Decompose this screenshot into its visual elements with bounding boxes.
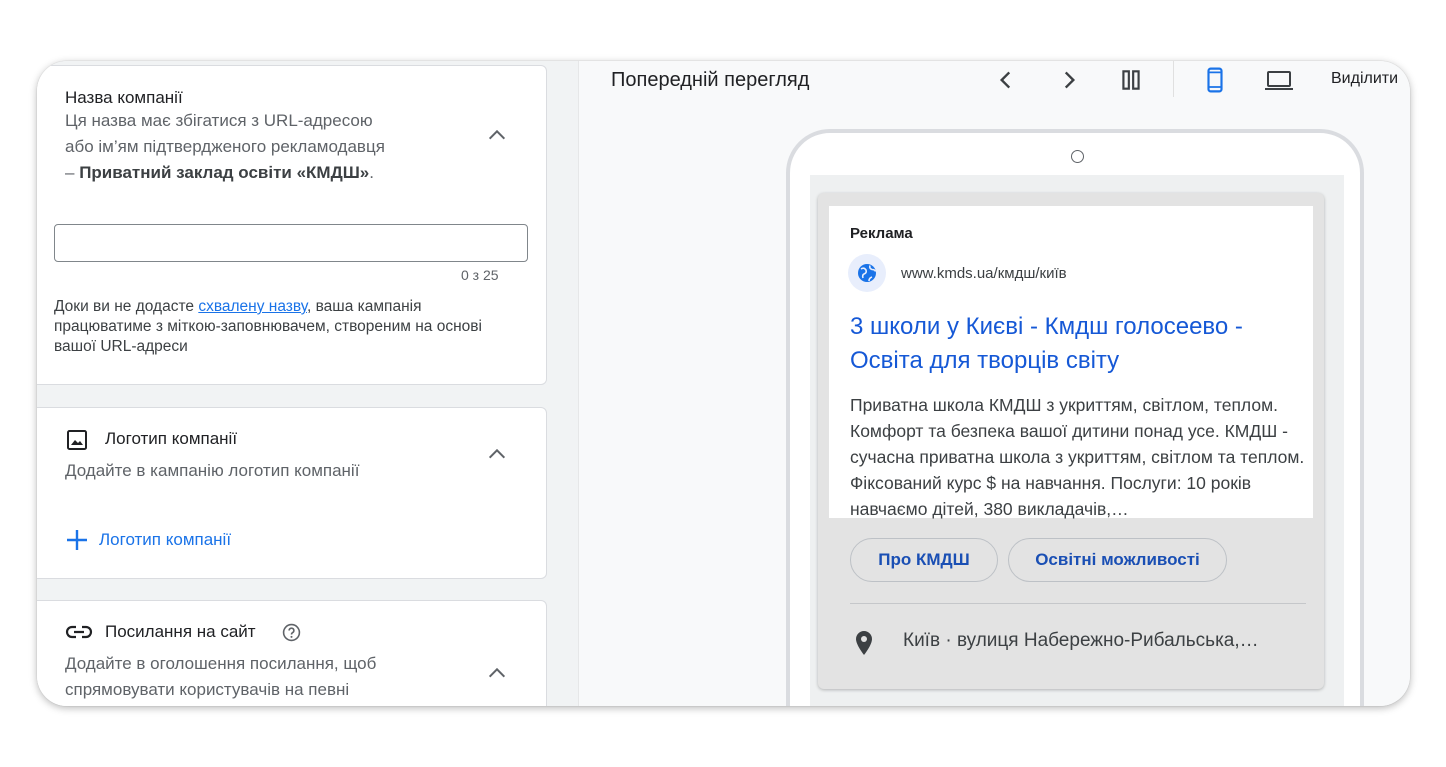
- business-name-note: Доки ви не додасте схвалену назву, ваша …: [54, 297, 504, 357]
- ad-display-url: www.kmds.ua/кмдш/київ: [901, 265, 1067, 282]
- sitelinks-description: Додайте в оголошення посилання, щоб спря…: [65, 651, 465, 703]
- business-name-card: Назва компанії Ця назва має збігатися з …: [37, 65, 547, 385]
- sitelink-chip-about[interactable]: Про КМДШ: [850, 538, 998, 582]
- preview-panel: Попередній перегляд Виділити Реклама www…: [579, 61, 1410, 706]
- image-icon: [67, 430, 87, 450]
- sitelinks-desc-line: Додайте в оголошення посилання, щоб: [65, 654, 377, 673]
- phone-camera: [1071, 150, 1084, 163]
- preview-title: Попередній перегляд: [611, 69, 810, 91]
- sitelinks-title: Посилання на сайт: [105, 622, 256, 641]
- ad-body: Реклама www.kmds.ua/кмдш/київ 3 школи у …: [829, 206, 1313, 519]
- desc-period: .: [369, 163, 374, 182]
- next-chevron-icon[interactable]: [1056, 67, 1082, 93]
- business-name-description: Ця назва має збігатися з URL-адресою або…: [65, 108, 465, 186]
- link-icon: [65, 625, 93, 639]
- add-logo-label: Логотип компанії: [99, 530, 232, 549]
- add-logo-button[interactable]: Логотип компанії: [65, 528, 231, 552]
- location-pin-icon: [856, 631, 872, 655]
- logo-subtitle: Додайте в кампанію логотип компанії: [65, 461, 360, 480]
- mobile-device-icon[interactable]: [1202, 67, 1228, 93]
- logo-title: Логотип компанії: [105, 429, 238, 448]
- approved-name-link[interactable]: схвалену назву: [198, 298, 307, 315]
- desc-dash: –: [65, 163, 80, 182]
- globe-glyph-icon: [858, 264, 877, 282]
- logo-card: Логотип компанії Додайте в кампанію лого…: [37, 407, 547, 579]
- char-counter: 0 з 25: [461, 267, 499, 283]
- split-view-icon[interactable]: [1118, 67, 1144, 93]
- phone-screen: Реклама www.kmds.ua/кмдш/київ 3 школи у …: [810, 175, 1344, 706]
- collapse-chevron-up-icon[interactable]: [486, 124, 508, 146]
- sitelinks-card: Посилання на сайт Додайте в оголошення п…: [37, 600, 547, 706]
- toolbar-separator: [1173, 61, 1174, 97]
- advertiser-name: Приватний заклад освіти «КМДШ»: [79, 163, 370, 182]
- previous-chevron-icon[interactable]: [993, 67, 1019, 93]
- globe-icon: [848, 254, 886, 292]
- note-text: Доки ви не додасте: [54, 298, 199, 315]
- business-name-desc-line: Ця назва має збігатися з URL-адресою: [65, 111, 373, 130]
- ad-divider: [850, 603, 1306, 604]
- business-name-input[interactable]: [54, 224, 528, 262]
- ad-description: Приватна школа КМДШ з укриттям, світлом,…: [850, 395, 1305, 519]
- business-name-title: Назва компанії: [65, 88, 183, 107]
- business-name-desc-line: – Приватний заклад освіти «КМДШ».: [65, 160, 465, 186]
- ad-label: Реклама: [850, 225, 913, 242]
- plus-icon: [67, 530, 87, 550]
- ad-location[interactable]: Київ · вулиця Набережно-Рибальська,…: [903, 630, 1313, 652]
- collapse-chevron-up-icon[interactable]: [486, 662, 508, 684]
- settings-panel: Назва компанії Ця назва має збігатися з …: [37, 61, 579, 706]
- ad-headline[interactable]: 3 школи у Києві - Кмдш голосеево - Освіт…: [850, 310, 1310, 378]
- sitelink-chip-opportunities[interactable]: Освітні можливості: [1008, 538, 1227, 582]
- business-name-desc-line: або ім’ям підтвердженого рекламодавця: [65, 137, 385, 156]
- ad-preview-card: Реклама www.kmds.ua/кмдш/київ 3 школи у …: [818, 193, 1324, 689]
- sitelinks-desc-line: спрямовувати користувачів на певні: [65, 680, 350, 699]
- app-frame: Назва компанії Ця назва має збігатися з …: [37, 61, 1410, 706]
- phone-mockup: Реклама www.kmds.ua/кмдш/київ 3 школи у …: [786, 129, 1364, 706]
- collapse-chevron-up-icon[interactable]: [486, 443, 508, 465]
- highlight-toggle-label[interactable]: Виділити: [1331, 70, 1398, 88]
- desktop-device-icon[interactable]: [1263, 67, 1295, 93]
- help-icon[interactable]: [282, 623, 301, 642]
